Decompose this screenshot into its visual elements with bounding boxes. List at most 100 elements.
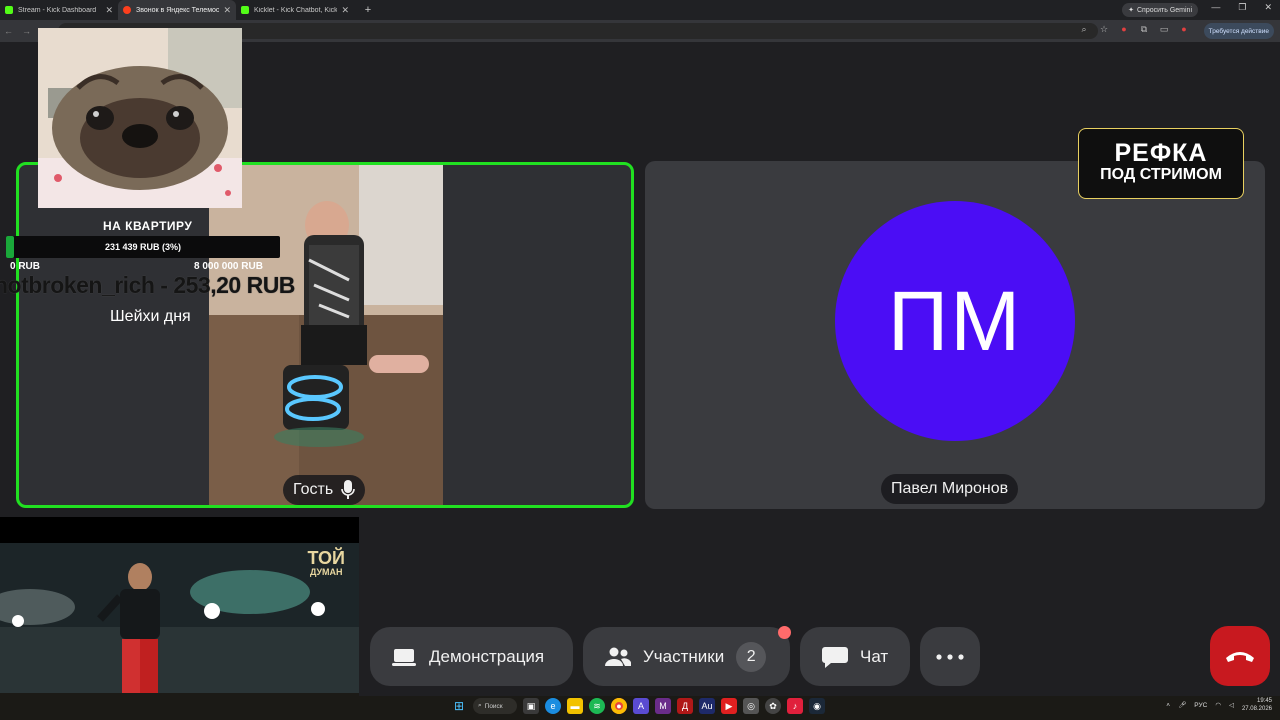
participants-button[interactable]: Участники 2 — [583, 627, 790, 686]
close-icon[interactable]: ✕ — [105, 5, 113, 16]
profile-icon[interactable]: ● — [1178, 24, 1190, 35]
participant-tile-pavel[interactable]: ПМ Павел Миронов — [645, 161, 1265, 509]
tab-title: Kicklet - Kick Chatbot, Kick Wi — [254, 6, 338, 14]
taskbar-apps: ⊞ ⌕ Поиск ▣ e ▬ ≋ ● A M Д Au ▶ ◎ ✿ ♪ ◉ — [451, 698, 825, 714]
clock-date: 27.08.2026 — [1241, 706, 1272, 712]
donation-goal-title: НА КВАРТИРУ — [103, 219, 193, 233]
close-icon[interactable]: ✕ — [223, 5, 231, 16]
new-tab-button[interactable]: + — [360, 2, 376, 18]
app-icon-5[interactable]: ✿ — [765, 698, 781, 714]
referral-line2: ПОД СТРИМОМ — [1100, 166, 1222, 183]
taskbar-search[interactable]: ⌕ Поиск — [473, 698, 517, 714]
kick-icon — [5, 6, 13, 14]
guest-video-tile[interactable]: Гость — [16, 162, 634, 508]
phone-hangup-icon — [1226, 652, 1254, 662]
guest-name-label: Гость — [283, 475, 366, 505]
app-icon-3[interactable]: Д — [677, 698, 693, 714]
gemini-label: Спросить Gemini — [1136, 6, 1192, 14]
tab-title: Stream - Kick Dashboard — [18, 6, 97, 14]
chat-label: Чат — [860, 646, 889, 666]
donation-goal-bar: 231 439 RUB (3%) — [6, 236, 280, 258]
screen: Stream - Kick Dashboard ✕ Звонок в Яндек… — [0, 0, 1280, 720]
tab-kick-dashboard[interactable]: Stream - Kick Dashboard ✕ — [0, 0, 118, 20]
restore-icon[interactable]: ❐ — [1238, 2, 1246, 13]
screen-share-label: Демонстрация — [429, 646, 545, 666]
search-label: Поиск — [484, 702, 503, 710]
close-icon[interactable]: ✕ — [341, 5, 349, 16]
tiktok-icon[interactable]: ♪ — [787, 698, 803, 714]
task-view-icon[interactable]: ▣ — [523, 698, 539, 714]
wifi-icon[interactable]: ◠ — [1215, 701, 1221, 709]
screen-share-icon — [392, 648, 416, 666]
more-options-button[interactable] — [920, 627, 980, 686]
pug-image — [38, 28, 242, 208]
toolbar-icons: ⌕ ☆ ● ⧉ ▭ ● — [1078, 24, 1190, 35]
app-icon-1[interactable]: A — [633, 698, 649, 714]
ask-gemini-button[interactable]: ✦ Спросить Gemini — [1122, 3, 1198, 17]
participant-name-label: Павел Миронов — [881, 474, 1019, 504]
search-icon: ⌕ — [478, 702, 482, 709]
music-video-overlay: ТОЙ ДУМАН — [0, 517, 359, 693]
brand-line1: ТОЙ — [307, 548, 346, 568]
donation-goal-progress: 231 439 RUB (3%) — [104, 242, 182, 252]
music-video-frame — [0, 517, 359, 693]
puzzle-icon[interactable]: ⧉ — [1138, 24, 1150, 35]
more-dots-icon — [936, 653, 964, 660]
minimize-icon[interactable]: — — [1211, 2, 1220, 13]
youtube-icon[interactable]: ▶ — [721, 698, 737, 714]
panel-icon[interactable]: ▭ — [1158, 24, 1170, 35]
extension-icon[interactable]: ● — [1118, 24, 1130, 35]
language-indicator[interactable]: РУС — [1194, 702, 1207, 709]
start-icon[interactable]: ⊞ — [451, 698, 467, 714]
edge-icon[interactable]: e — [545, 698, 561, 714]
file-explorer-icon[interactable]: ▬ — [567, 698, 583, 714]
guest-video-frame — [209, 165, 443, 505]
chat-icon — [822, 646, 848, 668]
donation-goal-max: 8 000 000 RUB — [194, 261, 263, 272]
system-tray: ˄ 🎤︎ РУС ◠ ◁ 19:45 27.08.2026 — [1166, 697, 1272, 713]
steam-icon[interactable]: ◉ — [809, 698, 825, 714]
browser-tab-bar: Stream - Kick Dashboard ✕ Звонок в Яндек… — [0, 0, 1280, 20]
chat-button[interactable]: Чат — [800, 627, 910, 686]
zoom-icon[interactable]: ⌕ — [1078, 24, 1090, 35]
bookmark-star-icon[interactable]: ☆ — [1098, 24, 1110, 35]
volume-icon[interactable]: ◁ — [1229, 701, 1234, 709]
participants-label: Участники — [643, 646, 725, 666]
back-icon[interactable]: ← — [4, 26, 18, 36]
chrome-icon[interactable]: ● — [611, 698, 627, 714]
participant-name: Павел Миронов — [891, 480, 1009, 497]
clock-time: 19:45 — [1256, 698, 1272, 704]
taskbar-left-region — [0, 693, 359, 720]
action-required-button[interactable]: Требуется действие — [1203, 23, 1274, 39]
toy-duman-logo: ТОЙ ДУМАН — [308, 549, 346, 578]
last-donation-text: notbroken_rich - 253,20 RUB — [0, 272, 295, 298]
sheikhi-label: Шейхи дня — [110, 308, 191, 325]
window-controls: — ❐ ✕ — [1211, 2, 1272, 13]
screen-share-button[interactable]: Демонстрация — [370, 627, 573, 686]
participants-count-badge: 2 — [736, 641, 767, 672]
participants-icon — [605, 647, 631, 666]
pug-webcam-overlay — [38, 28, 242, 208]
referral-line1: РЕФКА — [1114, 139, 1208, 167]
kicklet-icon — [241, 6, 249, 14]
audition-icon[interactable]: Au — [699, 698, 715, 714]
tab-kicklet[interactable]: Kicklet - Kick Chatbot, Kick Wi ✕ — [236, 0, 354, 20]
app-icon-2[interactable]: M — [655, 698, 671, 714]
hang-up-button[interactable] — [1210, 626, 1270, 686]
brand-line2: ДУМАН — [309, 567, 343, 577]
tray-chevron-icon[interactable]: ˄ — [1166, 702, 1170, 709]
donation-goal-min: 0 RUB — [10, 261, 41, 272]
tray-mic-icon[interactable]: 🎤︎ — [1178, 701, 1186, 709]
telemost-icon — [123, 6, 131, 14]
participant-initials: ПМ — [887, 273, 1023, 368]
app-icon-4[interactable]: ◎ — [743, 698, 759, 714]
referral-banner: РЕФКА ПОД СТРИМОМ — [1078, 128, 1244, 199]
participant-avatar: ПМ — [835, 201, 1075, 441]
forward-icon[interactable]: → — [22, 26, 36, 36]
tab-telemost[interactable]: Звонок в Яндекс Телемост ✕ — [118, 0, 236, 20]
microphone-icon — [341, 480, 355, 499]
gemini-icon: ✦ — [1128, 7, 1134, 14]
close-window-icon[interactable]: ✕ — [1264, 2, 1272, 13]
taskbar-clock[interactable]: 19:45 27.08.2026 — [1242, 697, 1272, 713]
spotify-icon[interactable]: ≋ — [589, 698, 605, 714]
